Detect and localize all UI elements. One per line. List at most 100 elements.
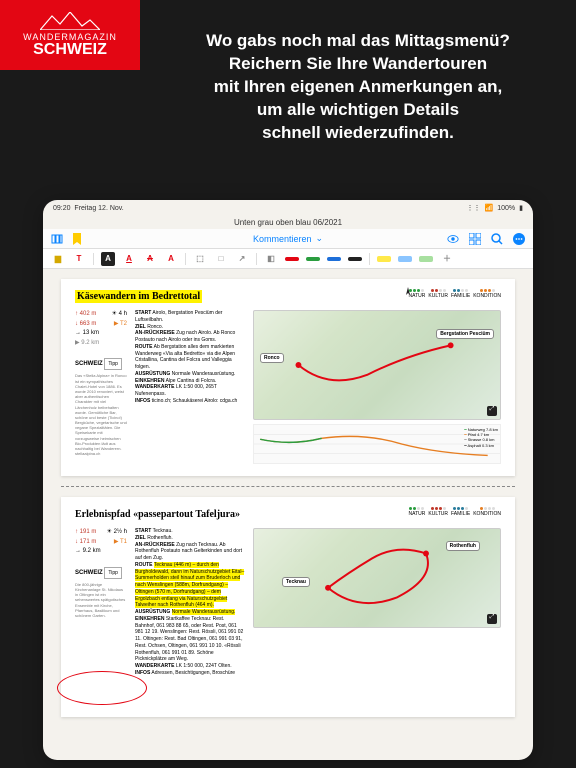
tool-underline[interactable]: A xyxy=(122,252,136,266)
pen-blue[interactable] xyxy=(327,257,341,261)
tool-strike[interactable]: A xyxy=(143,252,157,266)
mountain-icon xyxy=(40,12,100,30)
article1-title: Käsewandern im Bedrettotal xyxy=(75,290,202,303)
headline-l4: um alle wichtigen Details xyxy=(257,100,459,119)
toolbar-sep xyxy=(93,253,94,265)
tool-highlight[interactable]: ▆ xyxy=(51,252,65,266)
lbl-eink: EINKEHREN xyxy=(135,378,164,384)
map-2[interactable]: Rothenfluh Tecknau ⤢ xyxy=(253,528,501,628)
map-label-ronco: Ronco xyxy=(260,353,284,363)
toolbar-sep4 xyxy=(369,253,370,265)
eye-icon[interactable] xyxy=(447,233,459,245)
marketing-headline: Wo gabs noch mal das Mittagsmenü? Reiche… xyxy=(160,30,556,145)
pen-red[interactable] xyxy=(285,257,299,261)
val-eink: Alpe Cantina di Folcra. xyxy=(166,378,217,384)
headline-l5: schnell wiederzufinden. xyxy=(262,123,454,142)
tool-select[interactable]: ⬚ xyxy=(193,252,207,266)
tipp2-label: SCHWEIZ xyxy=(75,570,103,576)
battery-icon: ▮ xyxy=(519,204,523,212)
tool-more[interactable]: ＋ xyxy=(440,252,454,266)
map-label-rothenfluh: Rothenfluh xyxy=(446,541,480,551)
compass-icon xyxy=(401,287,415,301)
tool-text[interactable]: T xyxy=(72,252,86,266)
map-label-tecknau: Tecknau xyxy=(282,577,310,587)
headline-l3: mit Ihren eigenen Anmerkungen an, xyxy=(214,77,502,96)
page-article-2: Erlebnispfad «passepartout Tafeljura» NA… xyxy=(61,497,515,717)
bookmark-icon[interactable] xyxy=(71,233,83,245)
lbl-ausr: AUSRÜSTUNG xyxy=(135,371,170,377)
map-expand-icon-2[interactable]: ⤢ xyxy=(487,614,497,624)
tool-squiggle[interactable]: A xyxy=(164,252,178,266)
val-ausr: Normale Wanderausrüstung. xyxy=(172,371,236,377)
lbl-infos: INFOS xyxy=(135,398,150,404)
grid-icon[interactable] xyxy=(469,233,481,245)
stats-box-2: ↑ 191 m ☀ 2½ h ↓ 171 m ▶ T1 → 9.2 km SCHWE… xyxy=(75,528,127,677)
route-description-2: START Tecknau. ZIEL Rothenfluh. AN-/RÜCK… xyxy=(135,528,245,677)
lbl-route: ROUTE xyxy=(135,344,153,350)
tipp-text: Das «Stella Alpina» in Ronco ist ein sym… xyxy=(75,373,127,456)
stat-dur: ☀ 4 h xyxy=(112,310,127,320)
status-date: Freitag 12. Nov. xyxy=(74,205,123,212)
red-annotation-circle xyxy=(57,671,147,705)
stats-box: ↑ 402 m ☀ 4 h ↓ 663 m ▶ T2 → 13 km ▶ 9.2 k… xyxy=(75,310,127,464)
status-time: 09:20 xyxy=(53,205,71,212)
map-expand-icon[interactable]: ⤢ xyxy=(487,406,497,416)
mode-label: Kommentieren xyxy=(253,234,312,244)
cat-kondition: KONDITION xyxy=(473,293,501,299)
page-divider xyxy=(61,486,515,487)
elevation-chart: ━ Naturweg 7.8 km ━ Pfad 4.7 km ━ Strass… xyxy=(253,424,501,464)
lbl-start: START xyxy=(135,310,151,316)
window-title: Unten grau oben blau 06/2021 xyxy=(43,216,533,229)
stat2-down: ↓ 171 m xyxy=(75,538,96,548)
tool-erase[interactable]: ◧ xyxy=(264,252,278,266)
tablet-frame: 09:20 Freitag 12. Nov. ⋮⋮ 📶 100% ▮ Unten… xyxy=(43,200,533,760)
pen-yellow[interactable] xyxy=(377,256,391,262)
stat2-dur: ☀ 2½ h xyxy=(107,528,127,538)
brand-logo: WANDERMAGAZIN SCHWEIZ xyxy=(0,0,140,70)
stat2-diff: ▶ T1 xyxy=(114,538,127,548)
highlighted-route: Tecknau (446 m) – durch den Burgholdewal… xyxy=(135,562,244,609)
annotation-toolbar: ▆ T A A A A ⬚ □ ↗ ◧ ＋ xyxy=(43,249,533,269)
status-left: 09:20 Freitag 12. Nov. xyxy=(53,205,124,212)
chevron-down-icon: ⌄ xyxy=(315,233,323,244)
pen-lblue[interactable] xyxy=(398,256,412,262)
pen-green[interactable] xyxy=(306,257,320,261)
page-article-1: Käsewandern im Bedrettotal NATUR KULTUR … xyxy=(61,279,515,476)
cat-kultur: KULTUR xyxy=(428,293,448,299)
category-rating-2: NATUR KULTUR FAMILIE KONDITION xyxy=(409,507,501,517)
status-bar: 09:20 Freitag 12. Nov. ⋮⋮ 📶 100% ▮ xyxy=(43,200,533,216)
lbl-anr: AN-/RÜCKREISE xyxy=(135,330,175,336)
stat-diff: ▶ T2 xyxy=(114,320,127,330)
stat-down: ↓ 663 m xyxy=(75,320,96,330)
tipp-badge: Tipp xyxy=(104,358,122,370)
search-icon[interactable] xyxy=(491,233,503,245)
lbl-wand: WANDERKARTE xyxy=(135,384,174,390)
lbl-ziel: ZIEL xyxy=(135,324,146,330)
signal-icon: 📶 xyxy=(485,204,494,212)
mode-dropdown[interactable]: Kommentieren ⌄ xyxy=(253,233,323,244)
stat2-up: ↑ 191 m xyxy=(75,528,96,538)
tipp2-badge: Tipp xyxy=(104,567,122,579)
wifi-icon: ⋮⋮ xyxy=(467,204,481,212)
stat-up: ↑ 402 m xyxy=(75,310,96,320)
stat2-dist: → 9.2 km xyxy=(75,547,101,557)
stat-extra: ▶ 9.2 km xyxy=(75,339,99,349)
val-infos: ticino.ch; Schaukäserei Airolo: cdga.ch xyxy=(152,398,238,404)
category-rating: NATUR KULTUR FAMILIE KONDITION xyxy=(409,289,501,299)
elev-legend: ━ Naturweg 7.8 km ━ Pfad 4.7 km ━ Strass… xyxy=(464,427,498,448)
headline-l2: Reichern Sie Ihre Wandertouren xyxy=(229,54,487,73)
status-battery: 100% xyxy=(497,205,515,212)
pen-black[interactable] xyxy=(348,257,362,261)
map-1[interactable]: Ronco Bergstation Pesciüm ⤢ xyxy=(253,310,501,420)
tool-shape[interactable]: □ xyxy=(214,252,228,266)
tool-arrow[interactable]: ↗ xyxy=(235,252,249,266)
toolbar-sep3 xyxy=(256,253,257,265)
more-icon[interactable] xyxy=(513,233,525,245)
status-right: ⋮⋮ 📶 100% ▮ xyxy=(467,204,523,212)
stat-dist: → 13 km xyxy=(75,329,99,339)
map-label-pescium: Bergstation Pesciüm xyxy=(436,329,494,339)
library-icon[interactable] xyxy=(51,233,63,245)
tool-a-selected[interactable]: A xyxy=(101,252,115,266)
tipp2-text: Die 800-jährige Kirchenanlage St. Nikola… xyxy=(75,582,127,618)
pen-lgreen[interactable] xyxy=(419,256,433,262)
